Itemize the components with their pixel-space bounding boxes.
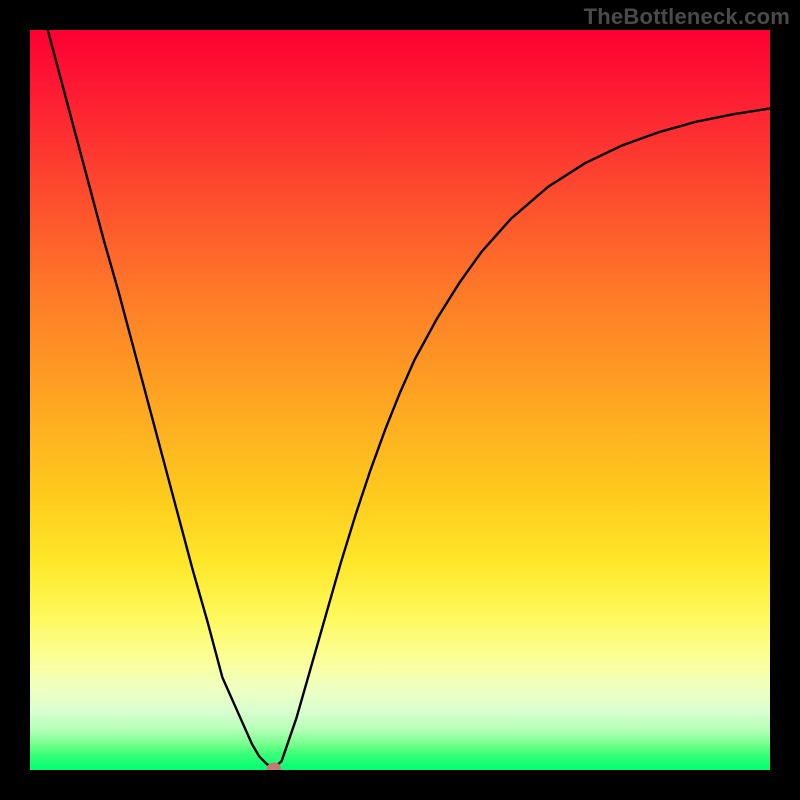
chart-frame: TheBottleneck.com <box>0 0 800 800</box>
curve-path <box>30 30 770 768</box>
watermark-label: TheBottleneck.com <box>584 4 790 30</box>
plot-area <box>30 30 770 770</box>
bottleneck-curve <box>30 30 770 770</box>
minimum-marker <box>267 762 281 770</box>
